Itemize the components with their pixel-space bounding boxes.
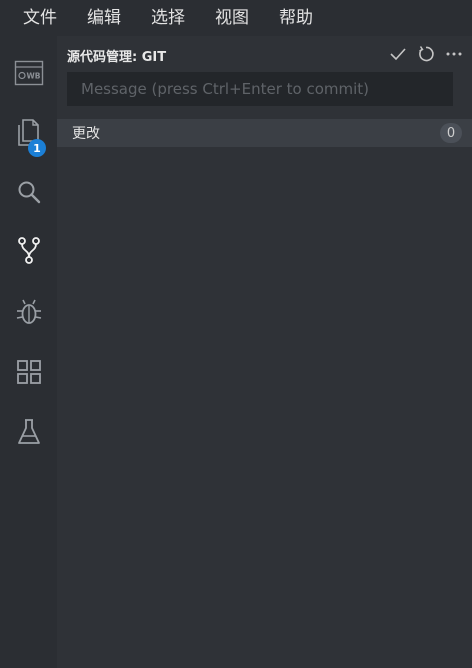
activity-extensions-button[interactable] (0, 349, 57, 395)
search-icon (18, 181, 40, 204)
extensions-icon (16, 360, 41, 384)
changes-label: 更改 (72, 126, 100, 142)
changes-count-badge: 0 (440, 123, 462, 143)
panel-title: 源代码管理: GIT (67, 50, 167, 65)
more-actions-button[interactable] (444, 44, 464, 64)
debug-bug-icon (16, 299, 41, 324)
panel-header: 源代码管理: GIT (57, 36, 472, 72)
menu-view[interactable]: 视图 (215, 0, 249, 36)
panel-actions (388, 44, 464, 64)
more-icon (446, 52, 462, 56)
activity-source-control-button[interactable] (0, 228, 57, 274)
commit-button[interactable] (388, 44, 408, 64)
flask-icon (17, 419, 40, 444)
menu-help[interactable]: 帮助 (279, 0, 313, 36)
svg-text:WB: WB (26, 72, 40, 81)
refresh-button[interactable] (416, 44, 436, 64)
activity-bar: WB 1 (0, 36, 57, 668)
menu-bar: 文件 编辑 选择 视图 帮助 (0, 0, 472, 36)
menu-file[interactable]: 文件 (23, 0, 57, 36)
activity-test-button[interactable] (0, 409, 57, 455)
changes-group-header[interactable]: 更改 0 (57, 119, 472, 147)
explorer-badge: 1 (28, 139, 46, 157)
commit-message-input[interactable] (67, 72, 453, 106)
activity-debug-button[interactable] (0, 289, 57, 335)
check-icon (390, 48, 406, 61)
menu-edit[interactable]: 编辑 (87, 0, 121, 36)
menu-selection[interactable]: 选择 (151, 0, 185, 36)
refresh-icon (419, 46, 434, 62)
source-control-icon (17, 237, 40, 264)
wb-browser-icon: WB (14, 60, 43, 86)
activity-search-button[interactable] (0, 169, 57, 215)
source-control-panel: 源代码管理: GIT 更改 (57, 36, 472, 668)
activity-explorer-button[interactable]: 1 (0, 110, 57, 157)
activity-browser-button[interactable]: WB (0, 50, 57, 96)
